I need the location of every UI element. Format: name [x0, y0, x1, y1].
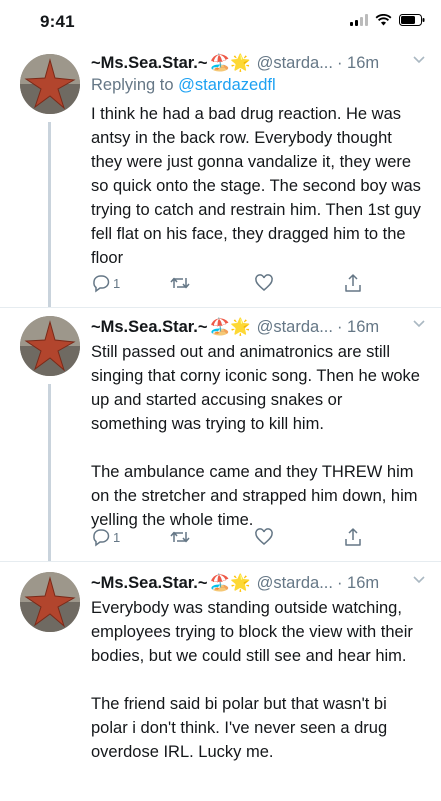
name-emoji: 🏖️🌟: [209, 573, 251, 592]
thread-line: [48, 122, 51, 307]
retweet-button[interactable]: [169, 527, 191, 547]
reply-icon: [93, 275, 110, 293]
replying-to: Replying to @stardazedfl: [91, 76, 276, 95]
thread-line: [48, 384, 51, 561]
tweet-2[interactable]: ~Ms.Sea.Star.~ 🏖️🌟 @starda... · 16m Stil…: [0, 316, 441, 561]
tweet-time: · 16m: [336, 53, 380, 72]
like-button[interactable]: [254, 273, 274, 293]
tweet-text: I think he had a bad drug reaction. He w…: [91, 105, 421, 267]
reply-button[interactable]: 1: [91, 527, 120, 547]
status-bar: 9:41: [0, 0, 441, 40]
heart-icon: [255, 274, 273, 291]
share-button[interactable]: [343, 527, 363, 547]
chevron-down-icon[interactable]: [413, 320, 425, 328]
username[interactable]: @starda...: [257, 318, 333, 337]
reply-count: 1: [113, 275, 121, 291]
reply-count: 1: [113, 529, 121, 545]
retweet-icon: [170, 531, 190, 543]
status-time: 9:41: [40, 12, 75, 31]
share-icon: [345, 528, 361, 546]
share-button[interactable]: [343, 273, 363, 293]
tweet-time: · 16m: [336, 317, 380, 336]
tweet-time: · 16m: [336, 573, 380, 592]
username[interactable]: @starda...: [257, 54, 333, 73]
tweet-1[interactable]: ~Ms.Sea.Star.~ 🏖️🌟 @starda... · 16m Repl…: [0, 52, 441, 307]
chevron-down-icon[interactable]: [413, 576, 425, 584]
retweet-icon: [170, 277, 190, 289]
tweet-divider: [0, 561, 441, 562]
tweet-3[interactable]: ~Ms.Sea.Star.~ 🏖️🌟 @starda... · 16m Ever…: [0, 572, 441, 801]
heart-icon: [255, 528, 273, 545]
battery-icon: [399, 14, 425, 26]
display-name[interactable]: ~Ms.Sea.Star.~: [91, 574, 208, 593]
username[interactable]: @starda...: [257, 574, 333, 593]
reply-button[interactable]: 1: [91, 273, 120, 293]
chevron-down-icon[interactable]: [413, 56, 425, 64]
share-icon: [345, 274, 361, 292]
display-name[interactable]: ~Ms.Sea.Star.~: [91, 54, 208, 73]
replying-to-label: Replying to: [91, 76, 174, 94]
retweet-button[interactable]: [169, 273, 191, 293]
tweet-text: Still passed out and animatronics are st…: [91, 343, 420, 529]
display-name[interactable]: ~Ms.Sea.Star.~: [91, 318, 208, 337]
name-emoji: 🏖️🌟: [209, 53, 251, 72]
tweet-actions: 1: [91, 527, 391, 551]
avatar[interactable]: [20, 54, 80, 114]
tweet-actions: 1: [91, 273, 391, 297]
signal-icon: [350, 14, 368, 26]
status-icons: [350, 14, 425, 26]
tweet-header: ~Ms.Sea.Star.~ 🏖️🌟 @starda... · 16m: [91, 316, 379, 338]
reply-mention-link[interactable]: @stardazedfl: [178, 76, 275, 94]
tweet-header: ~Ms.Sea.Star.~ 🏖️🌟 @starda... · 16m: [91, 572, 379, 594]
like-button[interactable]: [254, 527, 274, 547]
name-emoji: 🏖️🌟: [209, 317, 251, 336]
tweet-divider: [0, 307, 441, 308]
avatar[interactable]: [20, 316, 80, 376]
avatar[interactable]: [20, 572, 80, 632]
tweet-text: Everybody was standing outside watching,…: [91, 599, 413, 761]
reply-icon: [93, 529, 110, 547]
wifi-icon: [375, 14, 392, 26]
tweet-header: ~Ms.Sea.Star.~ 🏖️🌟 @starda... · 16m: [91, 52, 379, 74]
